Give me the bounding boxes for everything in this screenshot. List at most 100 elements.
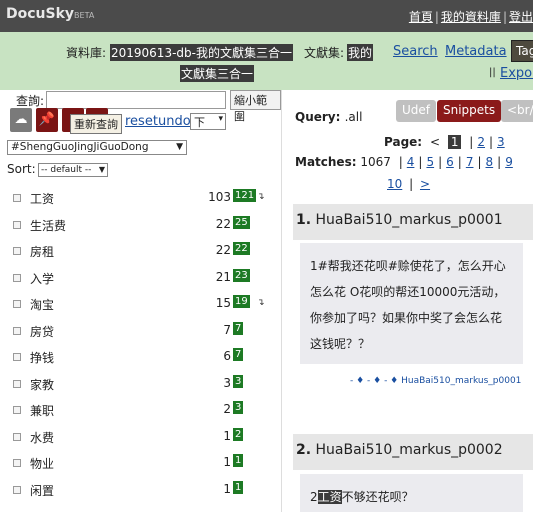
cloud-icon[interactable]: ☁ (10, 108, 32, 132)
facet-row[interactable]: 入学 21 23 (0, 267, 282, 293)
page-link[interactable]: 10 (387, 177, 402, 191)
page-link[interactable]: 5 (426, 155, 434, 169)
br-button[interactable]: <br/> (501, 100, 533, 122)
snippets-button[interactable]: Snippets (437, 100, 502, 122)
facet-badge: 23 (233, 268, 250, 282)
page-link[interactable]: 3 (497, 135, 505, 149)
facet-badge: 25 (233, 215, 250, 229)
sort-label: Sort: (7, 162, 36, 176)
export-link[interactable]: Expor (500, 66, 533, 81)
page-link[interactable]: 4 (407, 155, 415, 169)
facet-checkbox[interactable] (13, 247, 21, 255)
facet-panel: 查詢: 縮小範圍 ☁ 📌 重新查詢 reset undo 下 ▾ #ShengG… (0, 90, 282, 512)
separator: | (488, 135, 494, 149)
chevron-down-icon: ▼ (176, 142, 183, 152)
query-value: .all (344, 110, 363, 124)
facet-count: 1 (223, 428, 231, 443)
metadata-link[interactable]: Metadata (445, 44, 507, 59)
search-link[interactable]: Search (393, 44, 438, 59)
facet-checkbox[interactable] (13, 353, 21, 361)
facet-checkbox[interactable] (13, 194, 21, 202)
facet-checkbox[interactable] (13, 300, 21, 308)
facet-count: 103 (208, 190, 231, 204)
separator: | (497, 155, 502, 169)
reset-link[interactable]: reset (125, 114, 158, 129)
facet-badge: 2 (233, 427, 244, 441)
pagination-row-3: 10 | > (387, 177, 430, 191)
my-db-link[interactable]: 我的資料庫 (441, 10, 501, 24)
doc-title-bar[interactable]: 1. HuaBai510_markus_p0001 (293, 204, 533, 240)
facet-row[interactable]: 淘宝 15 19 ↴ (0, 293, 282, 319)
doc-number: 1. (296, 212, 312, 228)
separator: | (434, 10, 439, 24)
facet-checkbox[interactable] (13, 432, 21, 441)
facet-checkbox[interactable] (13, 406, 21, 414)
facet-count: 2 (223, 402, 231, 416)
udef-button[interactable]: Udef (396, 100, 437, 122)
top-bar: DocuSkyBETA 首頁 | 我的資料庫 | 登出 (0, 0, 533, 32)
pin-icon[interactable]: 📌 (36, 108, 58, 132)
sort-select-value: -- default -- (41, 165, 92, 175)
field-select[interactable]: #ShengGuoJingJiGuoDong ▼ (7, 140, 187, 155)
facet-name: 房租 (30, 245, 55, 259)
facet-name: 家教 (30, 377, 55, 392)
field-select-value: #ShengGuoJingJiGuoDong (11, 141, 149, 153)
doc-title-bar[interactable]: 2. HuaBai510_markus_p0002 (293, 434, 533, 470)
facet-row[interactable]: 家教 3 3 (0, 373, 282, 399)
facet-badge: 3 (233, 401, 244, 414)
facet-checkbox[interactable] (13, 485, 21, 494)
sort-select[interactable]: -- default -- ▼ (38, 163, 108, 177)
next-page-link[interactable]: > (420, 177, 430, 191)
facet-row[interactable]: 挣钱 6 7 (0, 346, 282, 372)
page-link[interactable]: 7 (466, 155, 474, 169)
page-link[interactable]: 9 (505, 155, 513, 169)
facet-badge: 1 (233, 480, 244, 494)
beta-badge: BETA (74, 11, 95, 20)
facet-checkbox[interactable] (13, 459, 21, 467)
facet-row[interactable]: 水费 1 2 (0, 426, 282, 452)
facet-count: 3 (223, 375, 231, 390)
direction-value: 下 (194, 116, 205, 129)
logout-link[interactable]: 登出 (509, 10, 533, 24)
separator: | (409, 177, 414, 191)
separator: | (438, 155, 443, 169)
prev-page-link[interactable]: < (430, 135, 440, 149)
facet-row[interactable]: 房租 22 22 (0, 240, 282, 266)
separator: | (469, 135, 474, 149)
corpus-label: 文獻集: (304, 46, 345, 60)
query-display: Query: .all (295, 110, 362, 124)
doc-number: 2. (296, 442, 312, 458)
page-link[interactable]: 2 (477, 135, 485, 149)
facet-checkbox[interactable] (13, 326, 21, 335)
facet-count: 1 (223, 481, 231, 496)
facet-badge: 121 (233, 189, 257, 202)
undo-link[interactable]: undo (158, 114, 191, 129)
page-link[interactable]: 6 (446, 155, 454, 169)
tag-button[interactable]: Tag (511, 40, 533, 62)
facet-row[interactable]: 兼职 2 3 (0, 399, 282, 425)
chevron-down-icon: ▾ (218, 114, 223, 124)
home-link[interactable]: 首頁 (409, 10, 433, 24)
db-value: 20190613-db-我的文獻集三合一 (110, 44, 293, 61)
doc-snippet: 2工资不够还花呗？ (300, 474, 523, 512)
separator: | (502, 10, 507, 24)
direction-select[interactable]: 下 ▾ (190, 113, 226, 130)
facet-row[interactable]: 房贷 7 7 (0, 320, 282, 346)
facet-checkbox[interactable] (13, 379, 21, 388)
search-input[interactable] (46, 91, 226, 109)
current-page: 1 (447, 135, 462, 149)
expand-icon[interactable]: ↴ (257, 192, 265, 202)
facet-name: 工资 (30, 192, 55, 206)
facet-checkbox[interactable] (13, 220, 21, 229)
facet-row[interactable]: 闲置 1 1 (0, 479, 282, 505)
snippet-text: 2 (310, 490, 318, 504)
facet-row[interactable]: 物业 1 1 (0, 452, 282, 478)
export-separator: || (489, 67, 496, 78)
facet-name: 生活费 (30, 218, 67, 233)
narrow-button[interactable]: 縮小範圍 (230, 90, 281, 123)
page-link[interactable]: 8 (486, 155, 494, 169)
facet-checkbox[interactable] (13, 273, 21, 282)
facet-row[interactable]: 工资 103 121 ↴ (0, 187, 282, 213)
facet-row[interactable]: 生活费 22 25 (0, 214, 282, 240)
expand-icon[interactable]: ↴ (257, 298, 265, 308)
